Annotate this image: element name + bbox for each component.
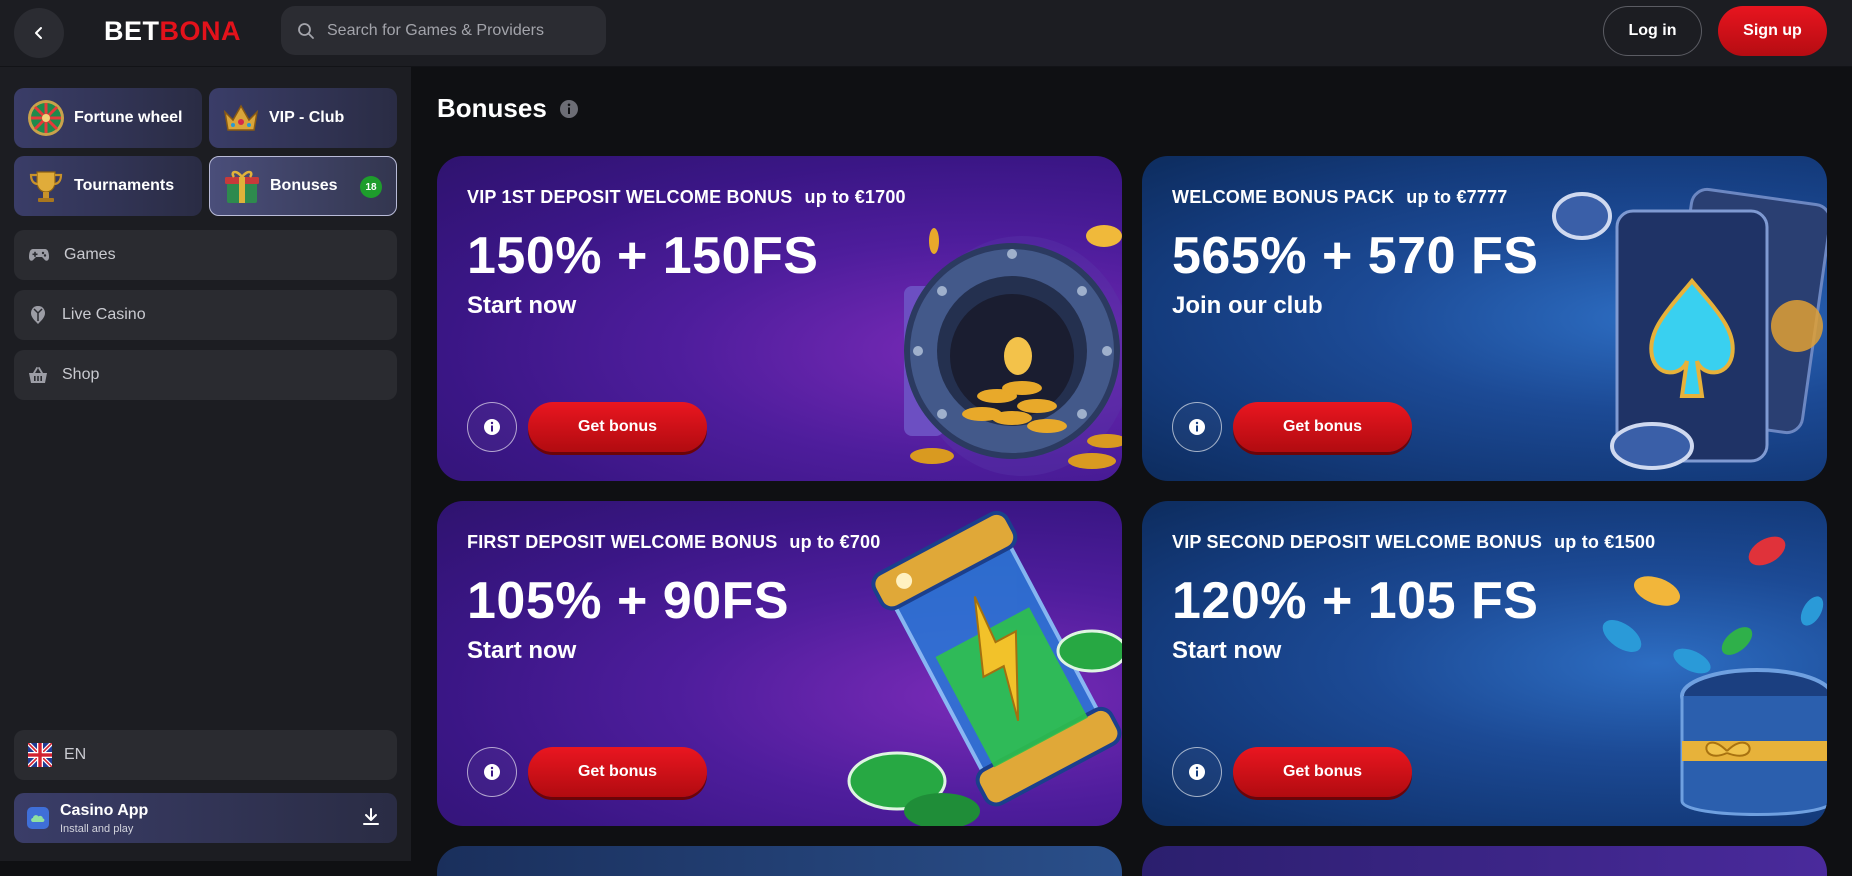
bonus-headline: 150% + 150FS (467, 227, 819, 285)
login-button[interactable]: Log in (1603, 6, 1702, 56)
crown-icon (223, 104, 259, 131)
get-bonus-button[interactable]: Get bonus (1233, 747, 1412, 797)
bonus-headline: 565% + 570 FS (1172, 227, 1539, 285)
sidebar-tile-label: VIP - Club (269, 109, 345, 126)
bonus-card: WELCOME BONUS PACK up to €7777 565% + 570… (1142, 156, 1827, 481)
bonus-headline: 120% + 105 FS (1172, 572, 1539, 630)
sidebar-item-label: Live Casino (62, 306, 146, 323)
search-icon (298, 22, 314, 39)
info-icon (484, 419, 500, 435)
sidebar: Fortune wheel VIP - Club Tournaments Bon… (0, 67, 411, 861)
bonus-caption-text: VIP 1ST DEPOSIT WELCOME BONUS (467, 187, 793, 207)
bonus-card-partial (437, 846, 1122, 876)
basket-icon (29, 367, 47, 383)
sidebar-tile-vip-club[interactable]: VIP - Club (209, 88, 397, 148)
uk-flag-icon (28, 743, 52, 767)
info-icon (484, 764, 500, 780)
bonus-caption: VIP SECOND DEPOSIT WELCOME BONUS up to €1… (1172, 532, 1655, 553)
bonus-caption: VIP 1ST DEPOSIT WELCOME BONUS up to €1700 (467, 187, 906, 208)
casino-app-banner[interactable]: Casino App Install and play (14, 793, 397, 843)
bonus-info-button[interactable] (1172, 402, 1222, 452)
info-icon (1189, 419, 1205, 435)
bonus-card: VIP 1ST DEPOSIT WELCOME BONUS up to €1700… (437, 156, 1122, 481)
page-title: Bonuses (437, 93, 579, 124)
sidebar-item-shop[interactable]: Shop (14, 350, 397, 400)
bonus-cta-text: Start now (1172, 637, 1282, 664)
gift-icon (225, 170, 259, 203)
language-selector[interactable]: EN (14, 730, 397, 780)
trophy-icon (29, 171, 63, 202)
download-icon[interactable] (361, 807, 381, 827)
chevron-left-icon (35, 27, 42, 39)
bonus-info-button[interactable] (1172, 747, 1222, 797)
sidebar-tile-label: Fortune wheel (74, 109, 183, 126)
bonus-caption-text: FIRST DEPOSIT WELCOME BONUS (467, 532, 778, 552)
language-label: EN (64, 746, 87, 763)
top-bar: BETBONA Log in Sign up (0, 0, 1852, 67)
bonus-card: FIRST DEPOSIT WELCOME BONUS up to €700 10… (437, 501, 1122, 826)
search-box[interactable] (281, 6, 606, 55)
bonus-info-button[interactable] (467, 402, 517, 452)
main-content: Bonuses VIP 1ST DEPOSIT WELCOME BONUS up… (411, 67, 1852, 876)
app-title: Casino App (60, 801, 149, 819)
sidebar-item-label: Shop (62, 366, 100, 383)
get-bonus-button[interactable]: Get bonus (528, 747, 707, 797)
sidebar-tile-bonuses[interactable]: Bonuses 18 (209, 156, 397, 216)
bonus-info-button[interactable] (467, 747, 517, 797)
bonus-card: VIP SECOND DEPOSIT WELCOME BONUS up to €1… (1142, 501, 1827, 826)
back-button[interactable] (14, 8, 64, 58)
page-title-text: Bonuses (437, 93, 547, 123)
sidebar-tile-tournaments[interactable]: Tournaments (14, 156, 202, 216)
sidebar-tile-label: Bonuses (270, 177, 338, 194)
sidebar-item-live-casino[interactable]: Live Casino (14, 290, 397, 340)
playing-cards-icon (1552, 187, 1827, 470)
get-bonus-button[interactable]: Get bonus (528, 402, 707, 452)
bonus-caption-text: WELCOME BONUS PACK (1172, 187, 1395, 207)
bonus-cta-text: Join our club (1172, 292, 1323, 319)
bonus-caption: WELCOME BONUS PACK up to €7777 (1172, 187, 1508, 208)
sidebar-item-label: Games (64, 246, 116, 263)
bonus-upto: up to €700 (789, 532, 881, 552)
live-casino-icon (31, 306, 45, 324)
get-bonus-button[interactable]: Get bonus (1233, 402, 1412, 452)
bonus-cta-text: Start now (467, 292, 577, 319)
bonus-count-badge: 18 (360, 176, 382, 198)
fortune-wheel-icon (28, 100, 64, 136)
betbona-logo[interactable]: BETBONA (104, 16, 241, 47)
bonus-cta-text: Start now (467, 637, 577, 664)
bonus-card-partial (1142, 846, 1827, 876)
sidebar-tile-label: Tournaments (74, 177, 175, 194)
bonus-upto: up to €7777 (1406, 187, 1508, 207)
signup-button[interactable]: Sign up (1718, 6, 1827, 56)
search-input[interactable] (327, 21, 587, 40)
bonus-headline: 105% + 90FS (467, 572, 790, 630)
app-subtitle: Install and play (60, 822, 134, 835)
info-icon (1189, 764, 1205, 780)
bonus-caption-text: VIP SECOND DEPOSIT WELCOME BONUS (1172, 532, 1543, 552)
app-text-block: Casino App Install and play (60, 802, 148, 835)
gamepad-icon (29, 249, 49, 261)
info-icon[interactable] (559, 99, 579, 119)
bonus-upto: up to €1500 (1554, 532, 1656, 552)
bonus-caption: FIRST DEPOSIT WELCOME BONUS up to €700 (467, 532, 880, 553)
bonus-upto: up to €1700 (804, 187, 906, 207)
cloud-icon (27, 807, 49, 829)
sidebar-item-games[interactable]: Games (14, 230, 397, 280)
sidebar-tile-fortune-wheel[interactable]: Fortune wheel (14, 88, 202, 148)
